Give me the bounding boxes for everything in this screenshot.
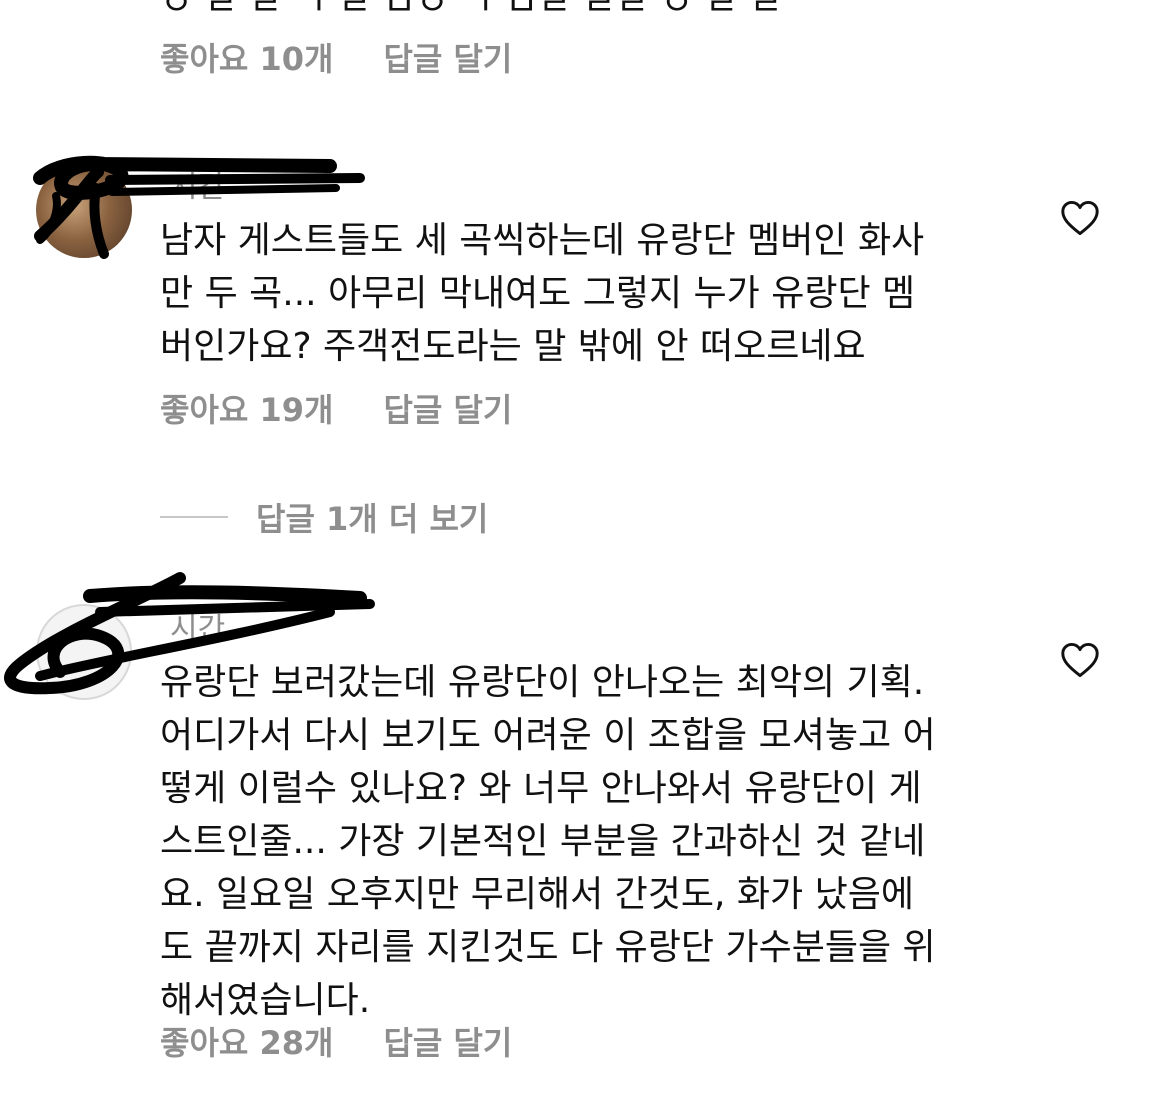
like-count[interactable]: 좋아요 28개 — [160, 1024, 333, 1062]
previous-comment-cut-text: ㅇ ㄹ ㄹ ㄱ ㄹ ㅁㅇ ㄱ ㅁㄹ ㄹㄹ ㅇ ㄹ ㄹ — [160, 0, 783, 24]
comment-line: 만 두 곡... 아무리 막내여도 그렇지 누가 유랑단 멤 — [160, 273, 916, 314]
reply-divider-line — [160, 516, 228, 518]
comment-text: 유랑단 보러갔는데 유랑단이 안나오는 최악의 기획. 어디가서 다시 보기도 … — [160, 656, 1020, 1027]
view-more-replies-label: 답글 1개 더 보기 — [256, 500, 489, 538]
comment-actions: 좋아요 19개 답글 달기 — [160, 385, 512, 431]
heart-outline-icon[interactable] — [1060, 642, 1100, 678]
reply-button[interactable]: 답글 달기 — [383, 391, 512, 429]
reply-button[interactable]: 답글 달기 — [383, 1024, 512, 1062]
like-count[interactable]: 좋아요 19개 — [160, 391, 333, 429]
comment-time: 시간 — [170, 612, 226, 647]
avatar[interactable] — [36, 162, 132, 258]
comment-time: 시간 — [170, 170, 226, 205]
comment-actions: 좋아요 28개 답글 달기 — [160, 1018, 512, 1064]
comment-line: 스트인줄... 가장 기본적인 부분을 간과하신 것 같네 — [160, 821, 926, 862]
comment-line: 유랑단 보러갔는데 유랑단이 안나오는 최악의 기획. — [160, 662, 925, 703]
like-count[interactable]: 좋아요 10개 — [160, 40, 333, 78]
comment-username[interactable]: 시간 — [160, 604, 225, 648]
previous-comment-actions: 좋아요 10개 답글 달기 — [160, 34, 512, 80]
comment-line: 요. 일요일 오후지만 무리해서 간것도, 화가 났음에 — [160, 874, 914, 915]
reply-button[interactable]: 답글 달기 — [383, 40, 512, 78]
avatar[interactable] — [36, 604, 132, 700]
comment-line: 남자 게스트들도 세 곡씩하는데 유랑단 멤버인 화사 — [160, 220, 925, 261]
view-more-replies-button[interactable]: 답글 1개 더 보기 — [160, 494, 488, 540]
comment-line: 버인가요? 주객전도라는 말 밖에 안 떠오르네요 — [160, 326, 866, 367]
comment-line: 어디가서 다시 보기도 어려운 이 조합을 모셔놓고 어 — [160, 715, 936, 756]
comment-line: 떻게 이럴수 있나요? 와 너무 안나와서 유랑단이 게 — [160, 768, 922, 809]
comment-line: 도 끝까지 자리를 지킨것도 다 유랑단 가수분들을 위 — [160, 927, 936, 968]
comment-username[interactable]: 시간 — [160, 162, 225, 206]
heart-outline-icon[interactable] — [1060, 200, 1100, 236]
comment-text: 남자 게스트들도 세 곡씩하는데 유랑단 멤버인 화사 만 두 곡... 아무리… — [160, 214, 1020, 373]
